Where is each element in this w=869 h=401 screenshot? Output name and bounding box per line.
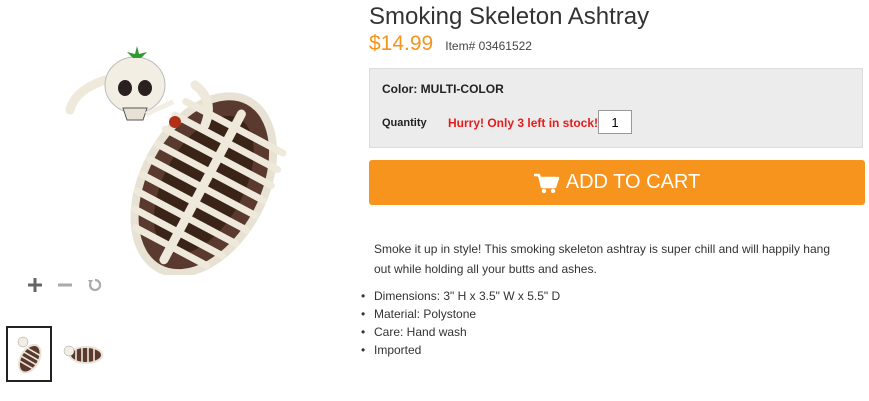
color-label: Color: MULTI-COLOR	[382, 82, 504, 96]
price-row: $14.99 Item# 03461522	[369, 32, 865, 56]
cart-icon	[533, 173, 559, 193]
reset-zoom-icon[interactable]	[86, 276, 104, 294]
add-to-cart-label: ADD TO CART	[565, 171, 701, 193]
product-title: Smoking Skeleton Ashtray	[369, 3, 650, 30]
thumbnail-1[interactable]	[6, 326, 52, 382]
product-info: Smoking Skeleton Ashtray $14.99 Item# 03…	[361, 0, 865, 359]
item-number: Item# 03461522	[445, 39, 532, 53]
product-gallery	[0, 0, 350, 401]
product-price: $14.99	[369, 32, 434, 55]
spec-item: Material: Polystone	[361, 305, 865, 323]
thumbnail-list	[6, 326, 106, 382]
add-to-cart-button[interactable]: ADD TO CART	[369, 160, 865, 205]
zoom-controls	[26, 276, 104, 294]
product-description: Smoke it up in style! This smoking skele…	[374, 242, 830, 276]
product-main-image[interactable]	[45, 40, 310, 275]
spec-item: Care: Hand wash	[361, 323, 865, 341]
thumbnail-image	[17, 336, 42, 374]
thumbnail-2[interactable]	[60, 326, 106, 382]
zoom-in-icon[interactable]	[26, 276, 44, 294]
spec-item: Imported	[361, 341, 865, 359]
thumbnail-image	[63, 345, 103, 364]
stock-message: Hurry! Only 3 left in stock!	[448, 116, 599, 130]
zoom-out-icon[interactable]	[56, 276, 74, 294]
quantity-label: Quantity	[382, 117, 427, 129]
options-box: Color: MULTI-COLOR Quantity Hurry! Only …	[369, 68, 863, 148]
spec-item: Dimensions: 3" H x 3.5" W x 5.5" D	[361, 287, 865, 305]
quantity-input[interactable]	[598, 110, 632, 134]
spec-list: Dimensions: 3" H x 3.5" W x 5.5" D Mater…	[361, 287, 865, 359]
